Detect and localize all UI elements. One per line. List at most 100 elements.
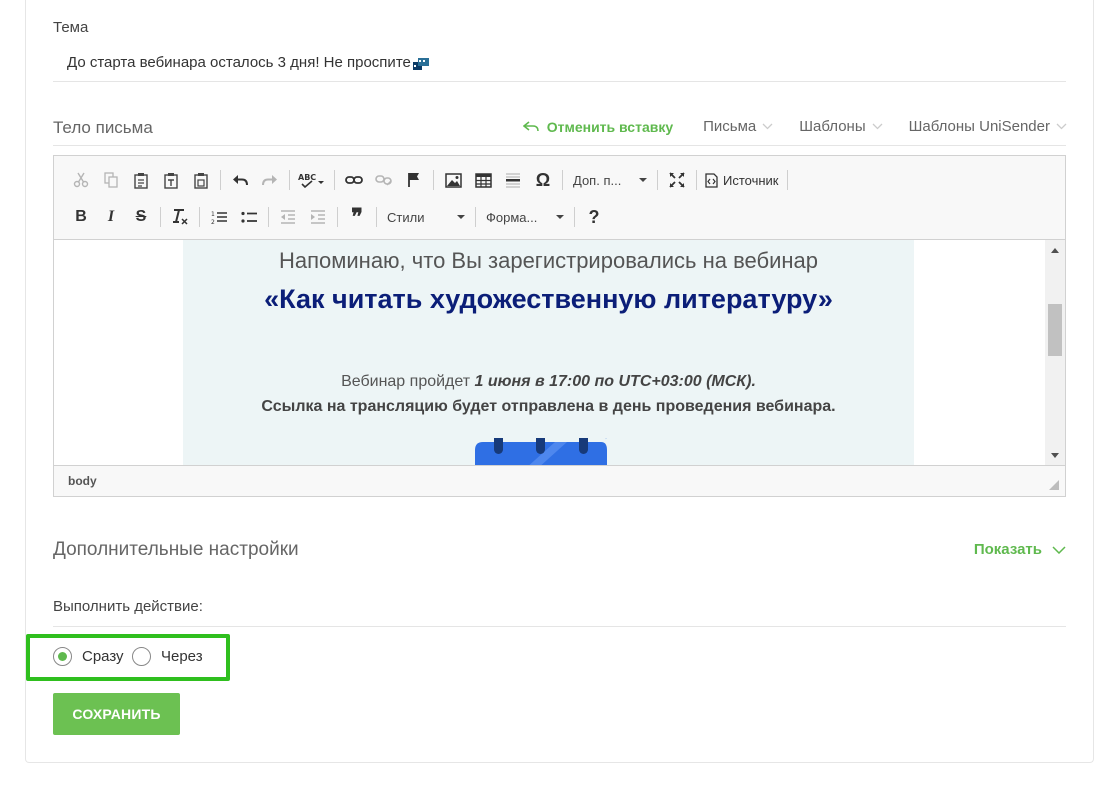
- chevron-down-icon: [1052, 545, 1066, 554]
- quote-icon: ❞: [351, 204, 363, 230]
- body-divider: [53, 145, 1066, 146]
- webinar-date-prefix: Вебинар пройдет: [341, 373, 475, 390]
- radio-later-label: Через: [161, 648, 203, 665]
- scissors-icon: [73, 172, 89, 188]
- copy-button[interactable]: [96, 167, 126, 193]
- toolbar-separator: [376, 207, 377, 227]
- editor-toolbar: ABC Ω Доп. п... Источник B I S 1 2 ❞ Сти…: [54, 156, 1065, 240]
- chevron-down-icon: [762, 123, 773, 130]
- image-button[interactable]: [438, 167, 468, 193]
- editor-content-area[interactable]: Напоминаю, что Вы зарегистрировались на …: [54, 240, 1065, 466]
- redo-button[interactable]: [255, 167, 285, 193]
- save-button[interactable]: СОХРАНИТЬ: [53, 693, 180, 735]
- paste-button[interactable]: [126, 167, 156, 193]
- indent-button[interactable]: [303, 204, 333, 230]
- toolbar-separator: [334, 170, 335, 190]
- maximize-icon: [669, 172, 685, 188]
- svg-text:2: 2: [211, 219, 215, 225]
- source-label: Источник: [723, 172, 779, 188]
- maximize-button[interactable]: [662, 167, 692, 193]
- numbered-list-icon: 12: [211, 211, 227, 225]
- link-icon: [345, 176, 363, 184]
- paste-word-button[interactable]: [186, 167, 216, 193]
- svg-text:1: 1: [211, 211, 215, 218]
- combo-arrow-icon: [457, 215, 465, 219]
- action-divider: [53, 626, 1066, 627]
- blockquote-button[interactable]: ❞: [342, 204, 372, 230]
- horizontal-rule-button[interactable]: [498, 167, 528, 193]
- toolbar-separator: [289, 170, 290, 190]
- templates-dropdown[interactable]: Шаблоны: [799, 118, 883, 135]
- styles-combo[interactable]: Стили: [381, 204, 471, 230]
- letters-dropdown-label: Письма: [703, 118, 757, 135]
- format-combo[interactable]: Форма...: [480, 204, 570, 230]
- bullet-list-button[interactable]: [234, 204, 264, 230]
- toolbar-separator: [696, 170, 697, 190]
- bullet-list-icon: [241, 211, 257, 223]
- toolbar-separator: [433, 170, 434, 190]
- toolbar-separator: [268, 207, 269, 227]
- topic-input[interactable]: До старта вебинара осталось 3 дня! Не пр…: [67, 54, 429, 71]
- copy-icon: [104, 172, 118, 188]
- email-preview-block: Напоминаю, что Вы зарегистрировались на …: [183, 240, 914, 466]
- cut-button[interactable]: [66, 167, 96, 193]
- letters-dropdown[interactable]: Письма: [703, 118, 773, 135]
- scroll-thumb[interactable]: [1048, 304, 1062, 356]
- outdent-button[interactable]: [273, 204, 303, 230]
- italic-button[interactable]: I: [96, 204, 126, 230]
- broadcast-link-note: Ссылка на трансляцию будет отправлена в …: [261, 398, 836, 415]
- numbered-list-button[interactable]: 12: [204, 204, 234, 230]
- radio-later-circle[interactable]: [132, 647, 151, 666]
- resize-grip-icon[interactable]: [1049, 480, 1059, 490]
- remove-format-icon: [173, 209, 188, 225]
- undo-arrow-icon: [522, 120, 539, 131]
- undo-button[interactable]: [225, 167, 255, 193]
- help-button[interactable]: ?: [579, 204, 609, 230]
- combo-arrow-icon: [639, 178, 647, 182]
- action-label: Выполнить действие:: [53, 598, 203, 615]
- extra-options-combo[interactable]: Доп. п...: [567, 167, 653, 193]
- format-label: Форма...: [486, 209, 538, 225]
- cancel-insert-link[interactable]: Отменить вставку: [522, 118, 674, 135]
- table-icon: [474, 172, 492, 188]
- toolbar-separator: [574, 207, 575, 227]
- toolbar-separator: [160, 207, 161, 227]
- unisender-templates-label: Шаблоны UniSender: [908, 118, 1050, 135]
- bold-button[interactable]: B: [66, 204, 96, 230]
- toolbar-row-2: B I S 12 ❞ Стили Форма... ?: [66, 202, 609, 232]
- combo-arrow-icon: [556, 215, 564, 219]
- radio-now[interactable]: Сразу: [53, 647, 124, 666]
- clipboard-text-icon: [164, 172, 178, 189]
- unlink-button[interactable]: [369, 167, 399, 193]
- remove-format-button[interactable]: [165, 204, 195, 230]
- horizontal-rule-icon: [506, 173, 520, 188]
- calendar-illustration-icon: [475, 438, 607, 466]
- editor-scrollbar[interactable]: [1045, 240, 1065, 466]
- special-char-button[interactable]: Ω: [528, 167, 558, 193]
- spellcheck-button[interactable]: ABC: [294, 167, 330, 193]
- undo-icon: [233, 175, 248, 186]
- source-button[interactable]: Источник: [701, 173, 783, 188]
- strikethrough-button[interactable]: S: [126, 204, 156, 230]
- outdent-icon: [281, 210, 295, 224]
- element-path[interactable]: body: [68, 474, 97, 488]
- table-button[interactable]: [468, 167, 498, 193]
- show-advanced-toggle[interactable]: Показать: [974, 541, 1066, 558]
- paste-text-button[interactable]: [156, 167, 186, 193]
- editor-statusbar: body: [54, 465, 1065, 496]
- radio-later[interactable]: Через: [132, 647, 203, 666]
- calendar-emoji-icon: [412, 57, 429, 70]
- reminder-text: Напоминаю, что Вы зарегистрировались на …: [278, 248, 819, 273]
- radio-now-circle[interactable]: [53, 647, 72, 666]
- anchor-button[interactable]: [399, 167, 429, 193]
- svg-text:ABC: ABC: [298, 173, 316, 182]
- bold-icon: B: [75, 208, 87, 225]
- scroll-down-icon[interactable]: [1051, 453, 1059, 458]
- unisender-templates-dropdown[interactable]: Шаблоны UniSender: [909, 118, 1067, 135]
- topic-value-text: До старта вебинара осталось 3 дня! Не пр…: [67, 54, 411, 71]
- cancel-insert-label: Отменить вставку: [546, 118, 674, 135]
- topic-divider: [53, 81, 1066, 82]
- scroll-up-icon[interactable]: [1051, 248, 1059, 253]
- link-button[interactable]: [339, 167, 369, 193]
- help-icon: ?: [588, 206, 600, 227]
